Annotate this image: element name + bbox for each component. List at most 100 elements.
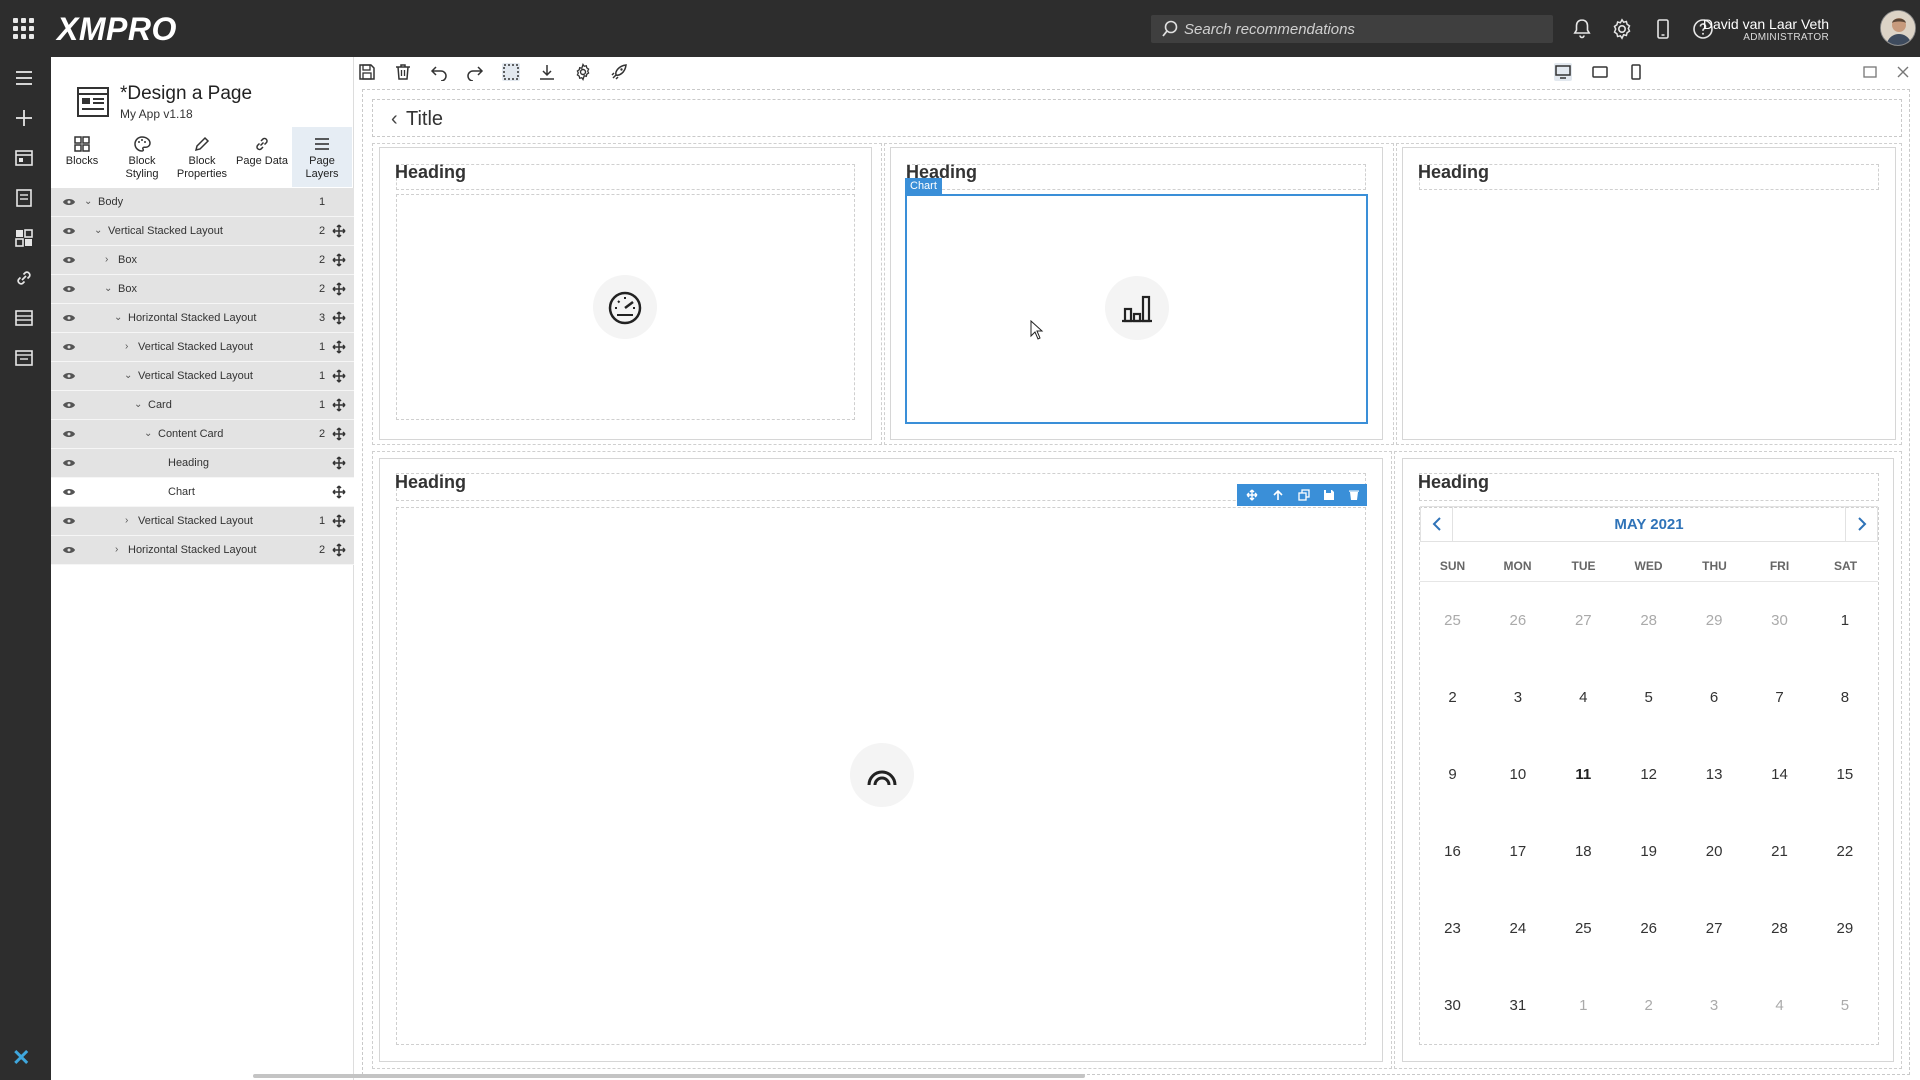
search-box[interactable]: [1151, 15, 1553, 43]
calendar-day[interactable]: 16: [1420, 843, 1485, 860]
calendar-day[interactable]: 19: [1616, 843, 1681, 860]
eye-icon[interactable]: [63, 517, 75, 525]
calendar-day[interactable]: 27: [1551, 612, 1616, 629]
user-name[interactable]: David van Laar Veth: [1703, 16, 1829, 32]
canvas-title[interactable]: Title: [406, 108, 443, 131]
layer-row-card[interactable]: ⌄ Card 1: [51, 391, 354, 420]
gauge-card[interactable]: Heading: [379, 147, 872, 440]
layer-row-vertical-stacked-layout[interactable]: › Vertical Stacked Layout 1: [51, 333, 354, 362]
mobile-device-icon[interactable]: [1651, 17, 1675, 41]
eye-icon[interactable]: [63, 343, 75, 351]
back-chevron-icon[interactable]: ‹: [391, 108, 398, 131]
chevron-right-icon[interactable]: ›: [125, 515, 128, 526]
maximize-icon[interactable]: [1861, 63, 1879, 81]
calendar-day[interactable]: 7: [1747, 689, 1812, 706]
eye-icon[interactable]: [63, 430, 75, 438]
tab-page-layers[interactable]: Page Layers: [292, 127, 352, 187]
calendar-day[interactable]: 17: [1485, 843, 1550, 860]
chevron-right-icon[interactable]: ›: [105, 254, 108, 265]
calendar-day[interactable]: 30: [1747, 612, 1812, 629]
chevron-down-icon[interactable]: ⌄: [84, 196, 92, 207]
arrow-up-icon[interactable]: [1272, 489, 1284, 501]
calendar-day[interactable]: 22: [1812, 843, 1877, 860]
tab-blocks[interactable]: Blocks: [52, 127, 112, 187]
move-icon[interactable]: [332, 427, 346, 441]
calendar-day[interactable]: 2: [1616, 997, 1681, 1014]
chevron-right-icon[interactable]: ›: [125, 341, 128, 352]
layer-row-body[interactable]: ⌄ Body 1: [51, 188, 354, 217]
download-icon[interactable]: [538, 63, 556, 81]
tab-page-data[interactable]: Page Data: [232, 127, 292, 187]
calendar-day[interactable]: 21: [1747, 843, 1812, 860]
eye-icon[interactable]: [63, 459, 75, 467]
eye-icon[interactable]: [63, 488, 75, 496]
bell-icon[interactable]: [1570, 17, 1594, 41]
eye-icon[interactable]: [63, 546, 75, 554]
large-card[interactable]: Heading: [379, 458, 1383, 1062]
card-heading[interactable]: Heading: [395, 472, 466, 493]
move-icon[interactable]: [332, 485, 346, 499]
calendar-prev-button[interactable]: [1421, 507, 1453, 541]
layer-row-content-card[interactable]: ⌄ Content Card 2: [51, 420, 354, 449]
hamburger-menu-icon[interactable]: [12, 66, 36, 90]
settings-icon[interactable]: [574, 63, 592, 81]
save-block-icon[interactable]: [1323, 489, 1335, 501]
layer-row-vertical-stacked-layout[interactable]: ⌄ Vertical Stacked Layout 2: [51, 217, 354, 246]
eye-icon[interactable]: [63, 256, 75, 264]
calendar-day[interactable]: 1: [1551, 997, 1616, 1014]
layer-row-chart[interactable]: Chart: [51, 478, 354, 507]
chevron-down-icon[interactable]: ⌄: [124, 370, 132, 381]
phone-view-icon[interactable]: [1627, 63, 1645, 81]
calendar-day[interactable]: 2: [1420, 689, 1485, 706]
move-icon[interactable]: [332, 456, 346, 470]
brand-logo[interactable]: XMPRO: [57, 11, 177, 48]
undo-icon[interactable]: [430, 63, 448, 81]
eye-icon[interactable]: [63, 401, 75, 409]
tab-block-properties[interactable]: Block Properties: [172, 127, 232, 187]
calendar-day[interactable]: 4: [1747, 997, 1812, 1014]
move-icon[interactable]: [332, 543, 346, 557]
eye-icon[interactable]: [63, 285, 75, 293]
desktop-view-icon[interactable]: [1554, 63, 1572, 81]
chart-block-selected[interactable]: [905, 194, 1368, 424]
calendar-day[interactable]: 5: [1812, 997, 1877, 1014]
layer-row-heading[interactable]: Heading: [51, 449, 354, 478]
chevron-down-icon[interactable]: ⌄: [144, 428, 152, 439]
calendar-day[interactable]: 1: [1812, 612, 1877, 629]
calendar-day[interactable]: 13: [1682, 766, 1747, 783]
tab-block-styling[interactable]: Block Styling: [112, 127, 172, 187]
calendar-day[interactable]: 27: [1682, 920, 1747, 937]
layer-row-vertical-stacked-layout[interactable]: ⌄ Vertical Stacked Layout 1: [51, 362, 354, 391]
calendar-day[interactable]: 14: [1747, 766, 1812, 783]
chevron-down-icon[interactable]: ⌄: [104, 283, 112, 294]
layer-row-box[interactable]: ⌄ Box 2: [51, 275, 354, 304]
move-icon[interactable]: [332, 398, 346, 412]
calendar-day[interactable]: 9: [1420, 766, 1485, 783]
copy-icon[interactable]: [1298, 489, 1310, 501]
calendar-day[interactable]: 3: [1682, 997, 1747, 1014]
move-icon[interactable]: [332, 369, 346, 383]
app-launcher-icon[interactable]: [13, 18, 35, 40]
save-icon[interactable]: [358, 63, 376, 81]
reports-icon[interactable]: [12, 346, 36, 370]
chevron-right-icon[interactable]: ›: [115, 544, 118, 555]
calendar-day[interactable]: 6: [1682, 689, 1747, 706]
calendar-day[interactable]: 26: [1616, 920, 1681, 937]
layer-row-horizontal-stacked-layout[interactable]: › Horizontal Stacked Layout 2: [51, 536, 354, 565]
calendar-day[interactable]: 12: [1616, 766, 1681, 783]
calendar-month-label[interactable]: MAY 2021: [1453, 516, 1845, 533]
chevron-down-icon[interactable]: ⌄: [114, 312, 122, 323]
eye-icon[interactable]: [63, 314, 75, 322]
close-icon[interactable]: [1894, 63, 1912, 81]
eye-icon[interactable]: [63, 198, 75, 206]
eye-icon[interactable]: [63, 372, 75, 380]
calendar-day[interactable]: 10: [1485, 766, 1550, 783]
move-icon[interactable]: [332, 224, 346, 238]
trash-icon[interactable]: [1348, 489, 1360, 501]
calendar-day[interactable]: 25: [1551, 920, 1616, 937]
layer-row-vertical-stacked-layout[interactable]: › Vertical Stacked Layout 1: [51, 507, 354, 536]
card-heading[interactable]: Heading: [1418, 472, 1489, 493]
heading-frame[interactable]: [396, 473, 1366, 501]
calendar-day[interactable]: 18: [1551, 843, 1616, 860]
calendar-next-button[interactable]: [1845, 507, 1877, 541]
